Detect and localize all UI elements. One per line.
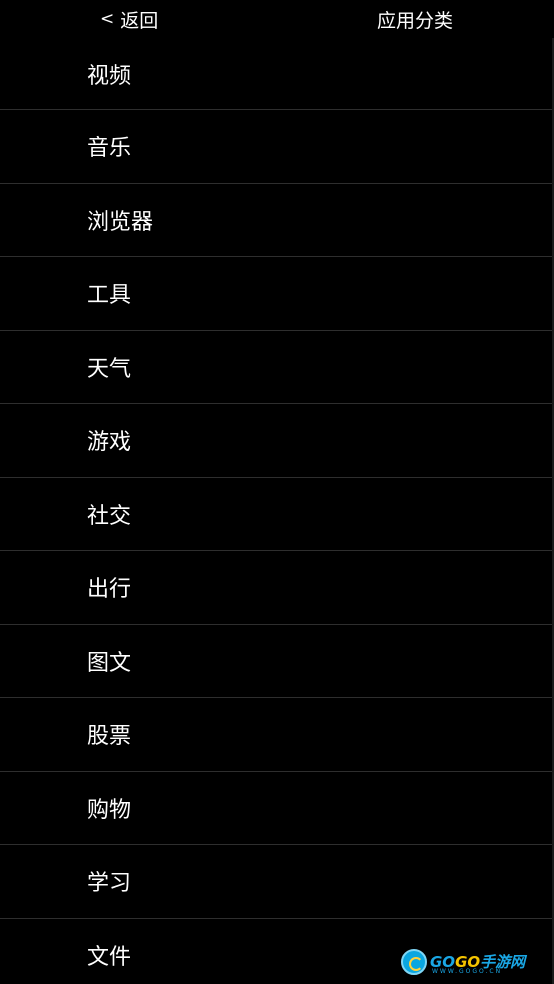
list-item-label: 天气	[87, 356, 132, 382]
list-item-social[interactable]: 社交	[0, 478, 554, 551]
list-item-label: 社交	[87, 503, 132, 529]
list-item-tools[interactable]: 工具	[0, 257, 554, 331]
category-list: 视频 音乐 浏览器 工具 天气 游戏 社交 出行 图文 股票 购物 学习 文件	[0, 38, 554, 984]
list-item-learning[interactable]: 学习	[0, 845, 554, 919]
watermark-emblem-icon	[401, 949, 427, 975]
app-category-screen: < 返回 应用分类 视频 音乐 浏览器 工具 天气 游戏 社交 出行 图文 股票…	[0, 0, 554, 984]
list-item-label: 浏览器	[87, 209, 154, 235]
page-title: 应用分类	[377, 9, 454, 32]
header-bar: < 返回 应用分类	[0, 0, 554, 38]
back-button[interactable]: < 返回	[100, 6, 158, 32]
list-item-games[interactable]: 游戏	[0, 404, 554, 478]
watermark-logo: GOGO手游网 WWW.GOGO.CN	[401, 947, 525, 977]
list-item-label: 股票	[87, 724, 132, 750]
list-item-music[interactable]: 音乐	[0, 110, 554, 184]
back-label: 返回	[120, 9, 159, 32]
list-item-stocks[interactable]: 股票	[0, 698, 554, 772]
list-item-browser[interactable]: 浏览器	[0, 184, 554, 257]
list-item-label: 工具	[87, 283, 132, 309]
list-item-travel[interactable]: 出行	[0, 551, 554, 625]
list-item-label: 文件	[87, 944, 132, 970]
list-item-label: 图文	[87, 650, 132, 676]
list-item-label: 视频	[87, 63, 132, 89]
list-item-label: 音乐	[87, 136, 132, 162]
back-chevron-icon: <	[100, 8, 115, 29]
list-item-label: 购物	[87, 797, 132, 823]
list-item-label: 出行	[87, 577, 132, 603]
list-item-video[interactable]: 视频	[0, 38, 554, 110]
list-item-label: 游戏	[87, 430, 132, 456]
list-item-weather[interactable]: 天气	[0, 331, 554, 404]
list-item-label: 学习	[87, 871, 132, 897]
list-item-shopping[interactable]: 购物	[0, 772, 554, 845]
list-item-reading[interactable]: 图文	[0, 625, 554, 698]
watermark-url: WWW.GOGO.CN	[432, 968, 503, 975]
